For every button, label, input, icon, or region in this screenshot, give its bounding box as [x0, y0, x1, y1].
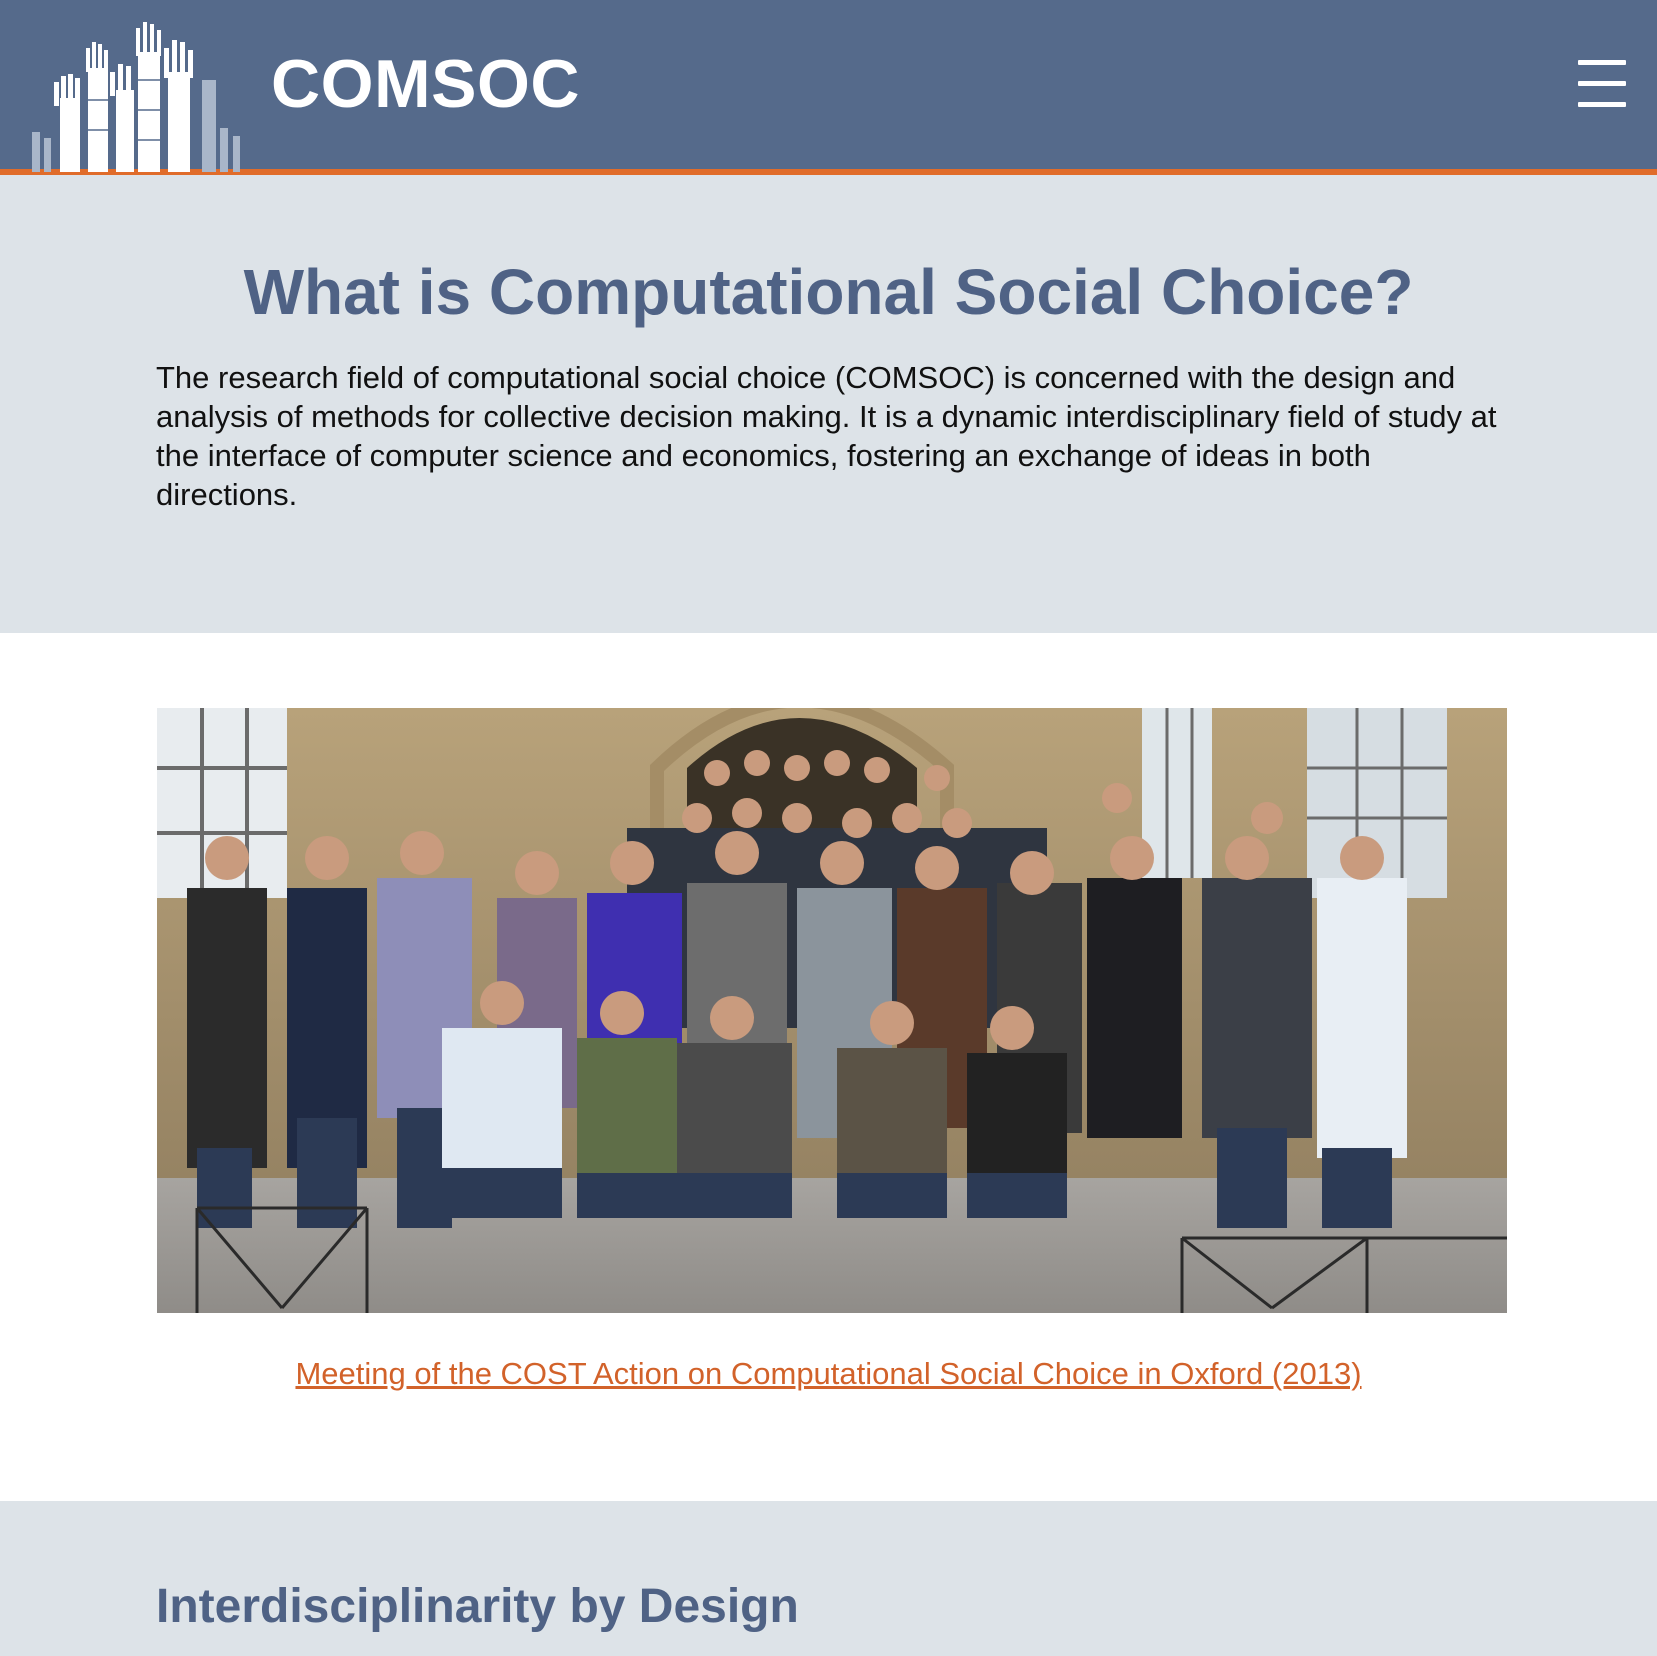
menu-bar-top: [1578, 60, 1626, 65]
page-title: What is Computational Social Choice?: [243, 256, 1414, 328]
photo-caption-link[interactable]: Meeting of the COST Action on Computatio…: [295, 1356, 1361, 1391]
photo-caption: Meeting of the COST Action on Computatio…: [0, 1356, 1657, 1392]
intro-paragraph: The research field of computational soci…: [156, 360, 1497, 512]
site-header: COMSOC: [0, 0, 1657, 175]
photo-section: Meeting of the COST Action on Computatio…: [0, 633, 1657, 1501]
site-title[interactable]: COMSOC: [271, 43, 580, 125]
interdisciplinarity-section: Interdisciplinarity by Design: [0, 1501, 1657, 1656]
menu-bar-bottom: [1578, 102, 1626, 107]
hamburger-menu-icon[interactable]: [1578, 60, 1630, 114]
section-heading: Interdisciplinarity by Design: [156, 1580, 799, 1633]
intro-section: What is Computational Social Choice? The…: [0, 175, 1657, 633]
group-photo: [157, 708, 1507, 1313]
raised-hands-logo-icon[interactable]: [30, 20, 260, 175]
menu-bar-middle: [1578, 81, 1626, 86]
